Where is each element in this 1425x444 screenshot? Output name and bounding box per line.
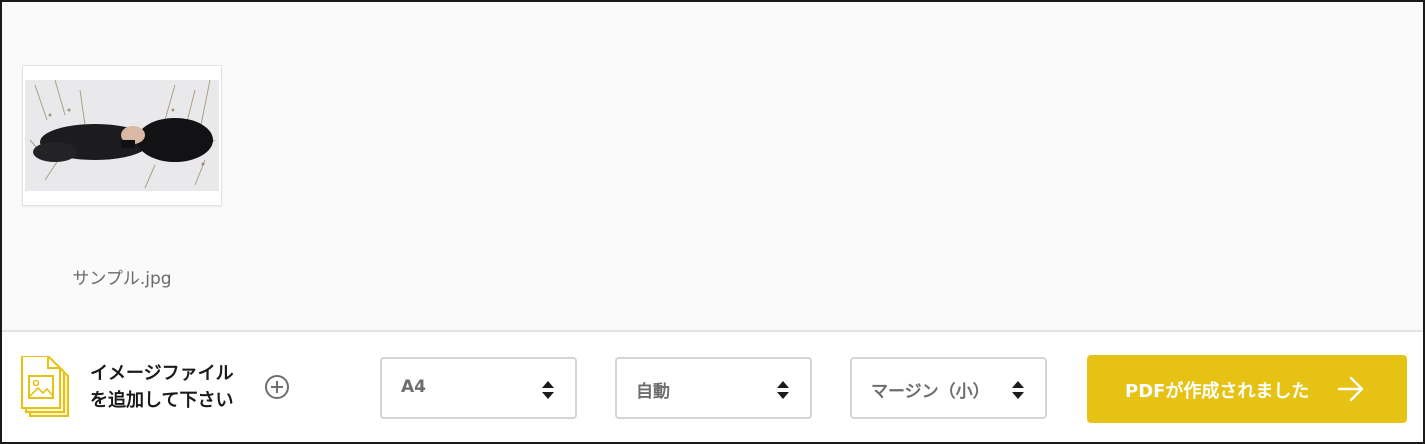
- sort-arrows-icon: [777, 381, 789, 399]
- arrow-right-icon: [1337, 376, 1364, 402]
- portrait-photo-icon: [25, 80, 219, 191]
- add-image-label: イメージファイル を追加して下さい: [90, 360, 260, 414]
- orientation-select[interactable]: 自動: [615, 357, 812, 419]
- page-size-value: A4: [401, 377, 426, 397]
- add-circle-icon[interactable]: [264, 374, 290, 400]
- create-pdf-button[interactable]: PDFが作成されました: [1087, 355, 1407, 423]
- add-image-label-line1: イメージファイル: [90, 363, 234, 384]
- sort-arrows-icon: [542, 381, 554, 399]
- image-file-icon: [21, 356, 69, 417]
- orientation-value: 自動: [636, 382, 670, 402]
- sort-arrows-icon: [1012, 381, 1024, 399]
- pdf-converter-window: サンプル.jpg イメージファイル を追加して下さい A4 自動 マージン（小）…: [0, 0, 1425, 444]
- file-name-label: サンプル.jpg: [72, 269, 172, 289]
- file-thumbnail-card[interactable]: [22, 65, 222, 206]
- margin-select[interactable]: マージン（小）: [850, 357, 1047, 419]
- bottom-toolbar: イメージファイル を追加して下さい A4 自動 マージン（小） PDFが作成され…: [2, 332, 1423, 442]
- create-pdf-label: PDFが作成されました: [1125, 381, 1310, 402]
- add-image-button[interactable]: イメージファイル を追加して下さい: [20, 354, 300, 422]
- file-drop-area[interactable]: サンプル.jpg: [2, 2, 1423, 330]
- page-size-select[interactable]: A4: [380, 357, 577, 419]
- margin-value: マージン（小）: [871, 382, 990, 402]
- add-image-label-line2: を追加して下さい: [90, 390, 234, 411]
